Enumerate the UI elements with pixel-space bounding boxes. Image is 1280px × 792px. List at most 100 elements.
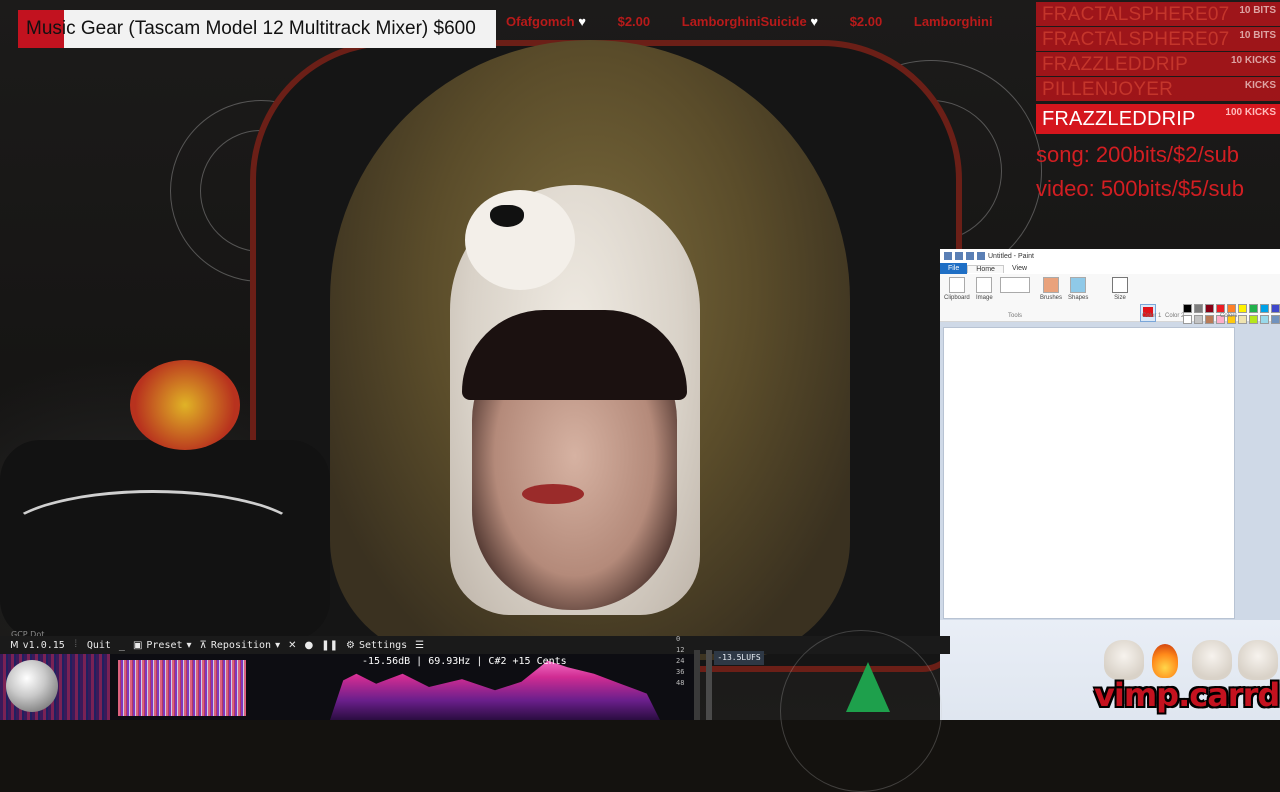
audio-spectrum xyxy=(0,654,700,720)
drag-handle-icon[interactable]: ⁞ xyxy=(73,639,79,651)
record-icon[interactable]: ● xyxy=(305,640,314,651)
alert-badge: 10 BITS xyxy=(1239,30,1276,41)
pause-icon[interactable]: ❚❚ xyxy=(321,640,338,651)
color-swatch[interactable] xyxy=(1205,315,1214,324)
tab-view[interactable]: View xyxy=(1004,265,1035,272)
website-link: vimp.carrd.co xyxy=(1094,676,1280,714)
alert-badge: 10 BITS xyxy=(1239,5,1276,16)
alert-name: FRACTALSPHERE07 xyxy=(1042,4,1230,25)
heart-icon: ♥ xyxy=(578,14,586,29)
paint-titlebar[interactable]: Untitled - Paint xyxy=(940,249,1280,263)
brushes-button[interactable]: Brushes xyxy=(1040,277,1062,301)
brush-icon xyxy=(1043,277,1059,293)
paint-ribbon-tabs: File Home View xyxy=(940,263,1280,274)
paint-window-title: Untitled - Paint xyxy=(988,252,1034,260)
donation-goal-banner: Music Gear (Tascam Model 12 Multitrack M… xyxy=(18,10,496,48)
ticker-item: LamborghiniSuicide ♥ $2.00 xyxy=(681,14,883,29)
alert-badge: KICKS xyxy=(1244,80,1276,91)
color-swatch[interactable] xyxy=(1227,304,1236,313)
color-swatch[interactable] xyxy=(1260,315,1269,324)
video-price: video: 500bits/$5/sub xyxy=(1036,176,1244,201)
color-swatch[interactable] xyxy=(1271,315,1280,324)
tools-group[interactable] xyxy=(1000,277,1030,293)
color-swatch[interactable] xyxy=(1183,304,1192,313)
settings-button[interactable]: ⚙ Settings xyxy=(346,640,407,651)
color-swatch[interactable] xyxy=(1249,304,1258,313)
gear-icon: ⚙ xyxy=(346,639,355,651)
preset-icon: ▣ xyxy=(132,639,143,651)
menu-icon[interactable]: ☰ xyxy=(415,640,424,651)
color-swatch[interactable] xyxy=(1271,304,1280,313)
level-meter-left xyxy=(694,650,700,720)
quit-button[interactable]: Quit xyxy=(87,640,111,651)
alert-row: PILLENJOYER KICKS xyxy=(1036,77,1280,101)
minimize-button[interactable]: _ xyxy=(119,640,125,651)
shapes-icon xyxy=(1070,277,1087,293)
alert-badge: 100 KICKS xyxy=(1225,107,1276,118)
color-swatch[interactable] xyxy=(1260,304,1269,313)
reposition-dropdown[interactable]: ⊼ Reposition ▾ xyxy=(200,640,281,651)
ticker-item: Lamborghini xyxy=(913,14,993,29)
shapes-button[interactable]: Shapes xyxy=(1068,277,1088,301)
alert-name: FRACTALSPHERE07 xyxy=(1042,29,1230,50)
pencil-icon xyxy=(1000,277,1030,293)
goal-text: Music Gear (Tascam Model 12 Multitrack M… xyxy=(26,18,476,39)
meter-scale: 0 12 24 36 48 xyxy=(676,635,685,687)
alert-row: FRACTALSPHERE07 10 BITS xyxy=(1036,2,1280,26)
plush-toy xyxy=(130,360,240,450)
undo-icon[interactable] xyxy=(966,252,974,260)
logo-icon: M xyxy=(10,639,19,651)
tab-file[interactable]: File xyxy=(940,263,968,274)
cat-sticker xyxy=(1192,640,1232,680)
redo-icon[interactable] xyxy=(977,252,985,260)
alert-row-highlight: FRAZZLEDDRIP 100 KICKS xyxy=(1036,104,1280,134)
ticker-item: Ofafgomch ♥ $2.00 xyxy=(506,14,651,29)
chevron-down-icon: ▾ xyxy=(275,639,281,651)
alert-name: PILLENJOYER xyxy=(1042,79,1174,100)
paint-canvas[interactable] xyxy=(944,328,1234,618)
bear-snout xyxy=(465,190,575,290)
cat-sticker xyxy=(1238,640,1278,680)
alert-row: FRACTALSPHERE07 10 BITS xyxy=(1036,27,1280,51)
alert-name: FRAZZLEDDRIP xyxy=(1042,54,1188,75)
color-swatch[interactable] xyxy=(1216,304,1225,313)
color-swatch[interactable] xyxy=(1238,304,1247,313)
alert-name: FRAZZLEDDRIP xyxy=(1042,108,1196,130)
color1-label: Color 1 xyxy=(1142,313,1162,319)
song-price: song: 200bits/$2/sub xyxy=(1036,142,1240,167)
gcp-dot-icon xyxy=(6,660,58,712)
color-swatch[interactable] xyxy=(1194,315,1203,324)
plugin-logo: Mv1.0.15 xyxy=(10,639,65,651)
colors-label: Colors xyxy=(1220,313,1238,319)
pitch-readout: -15.56dB | 69.93Hz | C#2 +15 Cents xyxy=(362,656,567,667)
image-icon xyxy=(976,277,993,293)
color-swatch[interactable] xyxy=(1194,304,1203,313)
tree-visualizer xyxy=(846,662,890,712)
tab-home[interactable]: Home xyxy=(967,264,1004,273)
preset-dropdown[interactable]: ▣ Preset ▾ xyxy=(133,640,192,651)
donation-ticker: Ofafgomch ♥ $2.00 LamborghiniSuicide ♥ $… xyxy=(506,14,1036,32)
cable xyxy=(0,490,306,586)
cat-sticker xyxy=(1104,640,1144,680)
paint-ribbon: Clipboard Image Tools Brushes Shapes Siz… xyxy=(940,274,1280,324)
color2-label: Color 2 xyxy=(1165,313,1185,319)
lufs-readout: -13.5LUFS xyxy=(714,651,764,665)
lips xyxy=(522,484,584,504)
size-button[interactable]: Size xyxy=(1112,277,1128,301)
image-button[interactable]: Image xyxy=(976,277,993,301)
heart-icon: ♥ xyxy=(810,14,819,29)
color-swatch[interactable] xyxy=(1238,315,1247,324)
tools-label: Tools xyxy=(1008,313,1023,319)
clipboard-button[interactable]: Clipboard xyxy=(944,277,970,301)
color-swatch[interactable] xyxy=(1249,315,1258,324)
alert-badge: 10 KICKS xyxy=(1230,55,1276,66)
color-swatch[interactable] xyxy=(1205,304,1214,313)
recent-alerts: FRACTALSPHERE07 10 BITS FRACTALSPHERE07 … xyxy=(1036,2,1280,135)
clipboard-icon xyxy=(948,277,965,293)
color-swatch[interactable] xyxy=(1183,315,1192,324)
save-icon[interactable] xyxy=(955,252,963,260)
pin-icon[interactable]: ✕ xyxy=(288,640,296,651)
reposition-icon: ⊼ xyxy=(199,639,207,651)
bear-nose xyxy=(490,205,524,227)
paint-app-icon xyxy=(944,252,952,260)
